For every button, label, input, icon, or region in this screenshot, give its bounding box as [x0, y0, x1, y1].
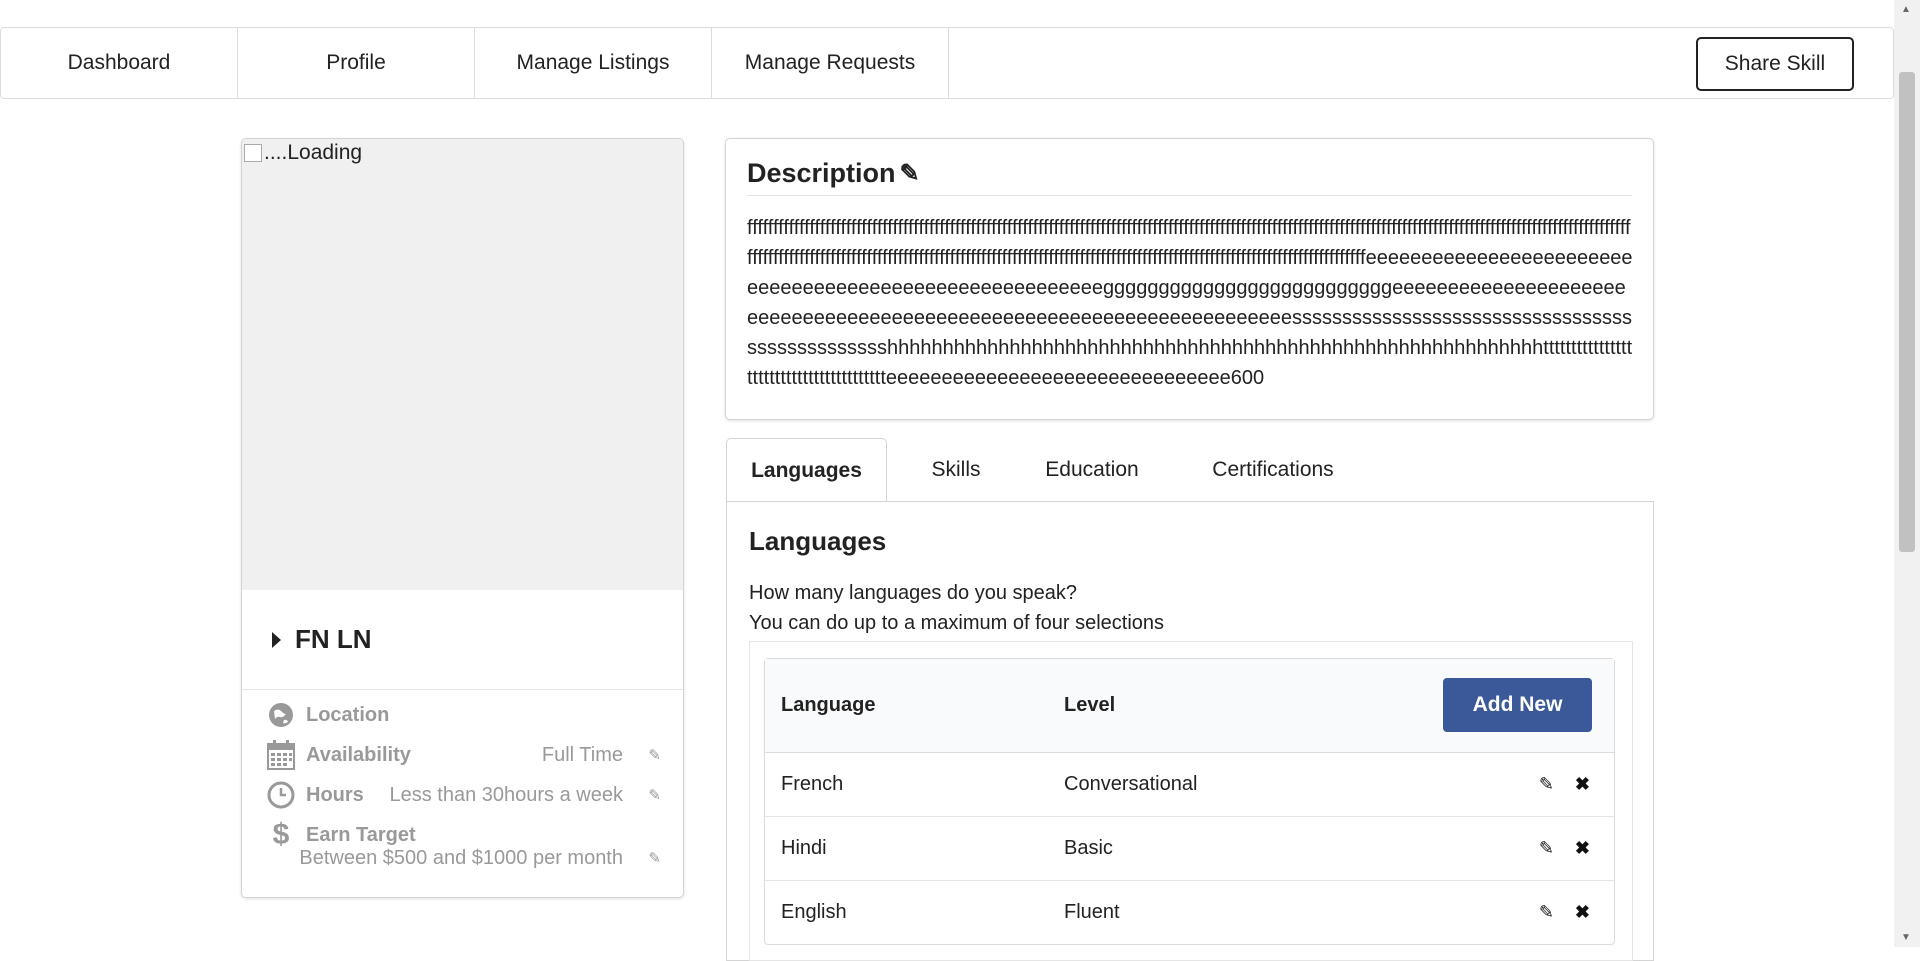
- languages-table-wrap: Language Level Add New French Conversati…: [749, 641, 1633, 961]
- scroll-down-arrow-icon[interactable]: ▼: [1901, 932, 1911, 943]
- availability-value: Full Time: [541, 743, 623, 766]
- earn-target-value: Between $500 and $1000 per month: [299, 846, 623, 869]
- description-text: ffffffffffffffffffffffffffffffffffffffff…: [747, 217, 1633, 389]
- edit-availability-pencil-icon[interactable]: ✎: [648, 746, 661, 764]
- profile-name: FN LN: [295, 624, 372, 654]
- row-level: Fluent: [1064, 901, 1120, 923]
- add-new-button[interactable]: Add New: [1443, 678, 1592, 732]
- profile-name-row[interactable]: FN LN: [242, 590, 683, 690]
- nav-manage-listings[interactable]: Manage Listings: [475, 28, 712, 98]
- location-row: Location: [266, 700, 663, 730]
- page-scrollbar[interactable]: ▲ ▼: [1894, 0, 1920, 947]
- clock-icon: [266, 780, 296, 810]
- share-skill-button[interactable]: Share Skill: [1696, 37, 1854, 91]
- close-icon[interactable]: ✖: [1575, 817, 1590, 880]
- table-row: Hindi Basic ✎ ✖: [765, 817, 1614, 881]
- broken-image-icon: [244, 144, 262, 162]
- table-header: Language Level Add New: [765, 659, 1614, 753]
- nav-manage-requests[interactable]: Manage Requests: [712, 28, 949, 98]
- row-level: Conversational: [1064, 773, 1198, 795]
- description-card: Description ✎ ffffffffffffffffffffffffff…: [725, 138, 1654, 420]
- scroll-up-arrow-icon[interactable]: ▲: [1901, 4, 1911, 15]
- table-row: French Conversational ✎ ✖: [765, 753, 1614, 817]
- scroll-thumb[interactable]: [1899, 72, 1915, 552]
- edit-pencil-icon[interactable]: ✎: [1539, 817, 1554, 880]
- availability-label: Availability: [306, 743, 411, 766]
- profile-photo: ....Loading: [242, 139, 683, 590]
- top-nav: Dashboard Profile Manage Listings Manage…: [0, 27, 1894, 99]
- languages-title: Languages: [749, 526, 887, 556]
- nav-dashboard[interactable]: Dashboard: [1, 28, 238, 98]
- profile-card: ....Loading FN LN Location Availability …: [241, 138, 684, 898]
- row-level: Basic: [1064, 837, 1113, 859]
- edit-earn-target-pencil-icon[interactable]: ✎: [648, 849, 661, 867]
- earn-target-row: $ Earn Target: [266, 818, 663, 851]
- languages-hint: You can do up to a maximum of four selec…: [749, 612, 1165, 634]
- table-row: English Fluent ✎ ✖: [765, 881, 1614, 944]
- column-level: Level: [1064, 694, 1116, 716]
- dollar-icon: $: [272, 818, 290, 851]
- close-icon[interactable]: ✖: [1575, 753, 1590, 816]
- edit-hours-pencil-icon[interactable]: ✎: [648, 786, 661, 804]
- edit-pencil-icon[interactable]: ✎: [1539, 753, 1554, 816]
- languages-panel: Languages How many languages do you spea…: [726, 501, 1654, 961]
- tab-skills[interactable]: Skills: [901, 438, 1011, 502]
- hours-row: Hours Less than 30hours a week ✎: [266, 780, 663, 810]
- photo-alt-text: ....Loading: [264, 141, 363, 164]
- caret-right-icon[interactable]: [272, 631, 281, 648]
- row-language: English: [781, 901, 847, 923]
- description-header: Description ✎: [747, 158, 1632, 196]
- edit-description-pencil-icon[interactable]: ✎: [900, 159, 920, 188]
- description-title: Description: [747, 158, 896, 188]
- availability-row: Availability Full Time ✎: [266, 740, 663, 770]
- languages-table: Language Level Add New French Conversati…: [764, 658, 1615, 945]
- earn-target-label: Earn Target: [306, 823, 416, 846]
- globe-icon: [266, 700, 296, 730]
- row-language: French: [781, 773, 844, 795]
- photo-loading-text: ....Loading: [244, 141, 362, 165]
- tab-education[interactable]: Education: [1017, 438, 1167, 502]
- column-language: Language: [781, 694, 876, 716]
- hours-value: Less than 30hours a week: [389, 783, 624, 806]
- tab-certifications[interactable]: Certifications: [1173, 438, 1373, 502]
- nav-profile[interactable]: Profile: [238, 28, 475, 98]
- location-label: Location: [306, 703, 390, 726]
- tab-languages[interactable]: Languages: [726, 438, 887, 503]
- tab-bar: Languages Skills Education Certification…: [726, 438, 1654, 503]
- calendar-icon: [266, 740, 296, 770]
- edit-pencil-icon[interactable]: ✎: [1539, 881, 1554, 944]
- languages-question: How many languages do you speak?: [749, 582, 1077, 604]
- hours-label: Hours: [306, 783, 364, 806]
- row-language: Hindi: [781, 837, 827, 859]
- close-icon[interactable]: ✖: [1575, 881, 1590, 944]
